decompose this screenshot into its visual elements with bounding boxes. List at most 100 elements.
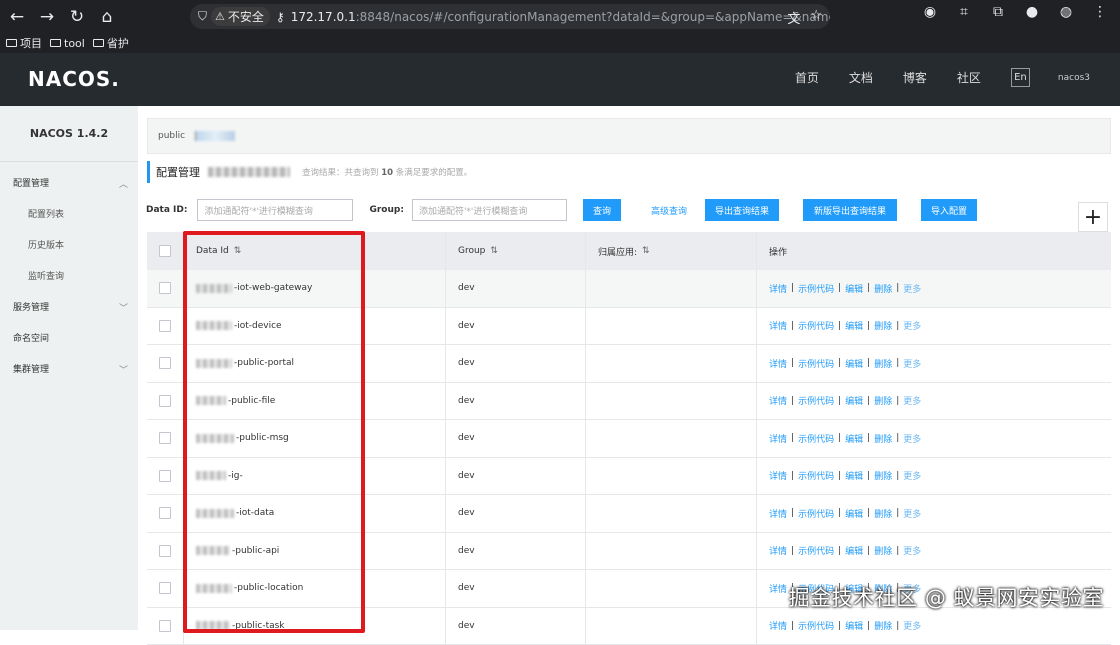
nav-docs[interactable]: 文档 bbox=[849, 69, 873, 86]
table-row[interactable]: -ig-dev详情|示例代码|编辑|删除|更多 bbox=[147, 458, 1111, 496]
translate-icon[interactable]: 文 bbox=[787, 8, 800, 27]
header-group[interactable]: Group ⇅ bbox=[446, 232, 586, 270]
op-more-link[interactable]: 更多 bbox=[903, 507, 921, 520]
home-icon[interactable]: ⌂ bbox=[93, 3, 121, 31]
select-all-checkbox[interactable] bbox=[159, 245, 171, 257]
op-delete-link[interactable]: 删除 bbox=[874, 357, 892, 370]
crop-icon[interactable]: ⌗ bbox=[954, 4, 974, 20]
row-checkbox[interactable] bbox=[159, 432, 171, 444]
row-checkbox[interactable] bbox=[159, 582, 171, 594]
namespace-public[interactable]: public bbox=[158, 131, 185, 141]
reload-icon[interactable]: ↻ bbox=[63, 3, 91, 31]
op-delete-link[interactable]: 删除 bbox=[874, 507, 892, 520]
row-checkbox[interactable] bbox=[159, 507, 171, 519]
sidebar-item-config-management[interactable]: 配置管理 ︿ bbox=[0, 167, 138, 198]
op-more-link[interactable]: 更多 bbox=[903, 619, 921, 632]
profile-icon[interactable]: ◉ bbox=[920, 4, 940, 20]
op-edit-link[interactable]: 编辑 bbox=[845, 319, 863, 332]
op-more-link[interactable]: 更多 bbox=[903, 394, 921, 407]
extension-cookie-icon[interactable]: ● bbox=[1022, 4, 1042, 20]
language-switch-button[interactable]: En bbox=[1011, 68, 1030, 87]
op-sample-link[interactable]: 示例代码 bbox=[798, 282, 834, 295]
user-name[interactable]: nacos3 bbox=[1058, 73, 1090, 83]
import-button[interactable]: 导入配置 bbox=[921, 199, 977, 221]
key-icon[interactable]: ⚷ bbox=[276, 10, 285, 24]
op-detail-link[interactable]: 详情 bbox=[769, 544, 787, 557]
table-row[interactable]: -public-portaldev详情|示例代码|编辑|删除|更多 bbox=[147, 345, 1111, 383]
group-input[interactable]: 添加通配符'*'进行模糊查询 bbox=[412, 199, 567, 221]
op-delete-link[interactable]: 删除 bbox=[874, 282, 892, 295]
nav-home[interactable]: 首页 bbox=[795, 69, 819, 86]
bookmark-item[interactable]: 项目 bbox=[6, 35, 42, 51]
table-row[interactable]: -iot-web-gatewaydev详情|示例代码|编辑|删除|更多 bbox=[147, 270, 1111, 308]
dataid-input[interactable]: 添加通配符'*'进行模糊查询 bbox=[197, 199, 353, 221]
bookmark-item[interactable]: tool bbox=[50, 37, 85, 50]
table-row[interactable]: -public-filedev详情|示例代码|编辑|删除|更多 bbox=[147, 383, 1111, 421]
op-detail-link[interactable]: 详情 bbox=[769, 582, 787, 595]
op-delete-link[interactable]: 删除 bbox=[874, 619, 892, 632]
nacos-logo[interactable]: NACOS. bbox=[28, 67, 120, 91]
row-checkbox[interactable] bbox=[159, 357, 171, 369]
op-edit-link[interactable]: 编辑 bbox=[845, 469, 863, 482]
menu-icon[interactable]: ⋮ bbox=[1090, 4, 1110, 20]
sort-icon[interactable]: ⇅ bbox=[490, 246, 498, 256]
query-button[interactable]: 查询 bbox=[583, 199, 621, 221]
back-icon[interactable]: ← bbox=[3, 3, 31, 31]
header-app[interactable]: 归属应用: ⇅ bbox=[586, 232, 757, 270]
op-more-link[interactable]: 更多 bbox=[903, 357, 921, 370]
op-edit-link[interactable]: 编辑 bbox=[845, 619, 863, 632]
nav-blog[interactable]: 博客 bbox=[903, 69, 927, 86]
sidebar-item-cluster-management[interactable]: 集群管理 ﹀ bbox=[0, 353, 138, 384]
op-edit-link[interactable]: 编辑 bbox=[845, 357, 863, 370]
sidebar-item-config-list[interactable]: 配置列表 bbox=[0, 198, 138, 229]
op-detail-link[interactable]: 详情 bbox=[769, 319, 787, 332]
namespace-redacted[interactable] bbox=[195, 131, 235, 141]
op-delete-link[interactable]: 删除 bbox=[874, 432, 892, 445]
op-delete-link[interactable]: 删除 bbox=[874, 319, 892, 332]
op-sample-link[interactable]: 示例代码 bbox=[798, 319, 834, 332]
sidebar-item-namespace[interactable]: 命名空间 bbox=[0, 322, 138, 353]
sort-icon[interactable]: ⇅ bbox=[642, 246, 650, 256]
add-config-button[interactable]: + bbox=[1078, 202, 1108, 232]
op-sample-link[interactable]: 示例代码 bbox=[798, 469, 834, 482]
sidebar-item-service-management[interactable]: 服务管理 ﹀ bbox=[0, 291, 138, 322]
export-new-button[interactable]: 新版导出查询结果 bbox=[803, 199, 897, 221]
op-sample-link[interactable]: 示例代码 bbox=[798, 544, 834, 557]
op-detail-link[interactable]: 详情 bbox=[769, 282, 787, 295]
row-checkbox[interactable] bbox=[159, 395, 171, 407]
row-checkbox[interactable] bbox=[159, 320, 171, 332]
advanced-query-link[interactable]: 高级查询 bbox=[651, 204, 687, 217]
op-more-link[interactable]: 更多 bbox=[903, 469, 921, 482]
op-detail-link[interactable]: 详情 bbox=[769, 619, 787, 632]
op-detail-link[interactable]: 详情 bbox=[769, 432, 787, 445]
table-row[interactable]: -iot-devicedev详情|示例代码|编辑|删除|更多 bbox=[147, 308, 1111, 346]
op-detail-link[interactable]: 详情 bbox=[769, 507, 787, 520]
sidebar-item-listener-query[interactable]: 监听查询 bbox=[0, 260, 138, 291]
insecure-badge[interactable]: ⚠ 不安全 bbox=[211, 7, 270, 26]
row-checkbox[interactable] bbox=[159, 545, 171, 557]
op-edit-link[interactable]: 编辑 bbox=[845, 507, 863, 520]
export-button[interactable]: 导出查询结果 bbox=[705, 199, 779, 221]
op-detail-link[interactable]: 详情 bbox=[769, 394, 787, 407]
sidebar-item-history[interactable]: 历史版本 bbox=[0, 229, 138, 260]
table-row[interactable]: -public-msgdev详情|示例代码|编辑|删除|更多 bbox=[147, 420, 1111, 458]
op-delete-link[interactable]: 删除 bbox=[874, 394, 892, 407]
nav-community[interactable]: 社区 bbox=[957, 69, 981, 86]
table-row[interactable]: -public-apidev详情|示例代码|编辑|删除|更多 bbox=[147, 533, 1111, 571]
op-sample-link[interactable]: 示例代码 bbox=[798, 394, 834, 407]
row-checkbox[interactable] bbox=[159, 470, 171, 482]
table-row[interactable]: -iot-datadev详情|示例代码|编辑|删除|更多 bbox=[147, 495, 1111, 533]
bookmark-item[interactable]: 省护 bbox=[93, 35, 129, 51]
op-sample-link[interactable]: 示例代码 bbox=[798, 432, 834, 445]
row-checkbox[interactable] bbox=[159, 282, 171, 294]
op-sample-link[interactable]: 示例代码 bbox=[798, 357, 834, 370]
op-sample-link[interactable]: 示例代码 bbox=[798, 507, 834, 520]
op-edit-link[interactable]: 编辑 bbox=[845, 282, 863, 295]
op-edit-link[interactable]: 编辑 bbox=[845, 394, 863, 407]
op-detail-link[interactable]: 详情 bbox=[769, 469, 787, 482]
op-edit-link[interactable]: 编辑 bbox=[845, 432, 863, 445]
address-bar[interactable]: ⛉ ⚠ 不安全 ⚷ 172.17.0.1 :8848/nacos/#/confi… bbox=[190, 4, 830, 29]
extension-gear-icon[interactable]: ◍ bbox=[1056, 4, 1076, 20]
op-delete-link[interactable]: 删除 bbox=[874, 544, 892, 557]
forward-icon[interactable]: → bbox=[33, 3, 61, 31]
